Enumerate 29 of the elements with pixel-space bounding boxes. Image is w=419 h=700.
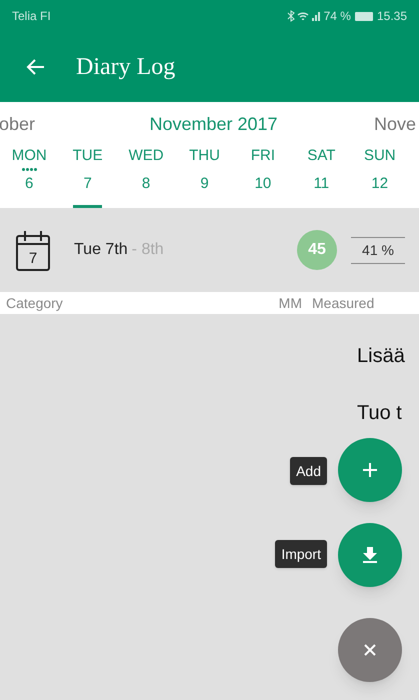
day-tab[interactable]: SAT 11 [307,146,336,208]
close-icon [363,643,377,657]
month-label[interactable]: Nove [374,110,416,138]
date-text: Tue 7th [74,240,128,260]
download-icon [362,546,378,564]
carrier-text: Telia FI [12,8,51,25]
day-tab[interactable]: MON 6 [15,146,44,208]
month-label[interactable]: ober [0,110,36,138]
plus-icon [362,462,378,478]
column-header: Category [5,294,64,313]
clock-text: 15.35 [376,8,407,25]
day-tab[interactable]: SUN 12 [366,146,394,208]
app-title: Diary Log [76,53,176,82]
status-icons [286,10,320,22]
day-tab[interactable]: TUE 7 [73,146,102,208]
fab-tooltip: Add [290,457,327,485]
day-tab[interactable]: THU 9 [190,146,219,208]
background-text: Lisää [357,344,405,369]
percent-value: 41 % [351,236,405,264]
battery-icon [354,12,373,20]
score-badge: 45 [297,230,337,270]
column-header: Measured [312,294,376,312]
month-label[interactable]: November 2017 [149,110,278,138]
column-header: MM [278,294,302,312]
day-tab[interactable]: FRI 10 [248,146,278,208]
fab-tooltip: Import [275,540,327,568]
background-text: Tuo t [357,401,402,426]
back-arrow-icon [26,57,46,77]
battery-percent: 74 % [324,8,351,25]
